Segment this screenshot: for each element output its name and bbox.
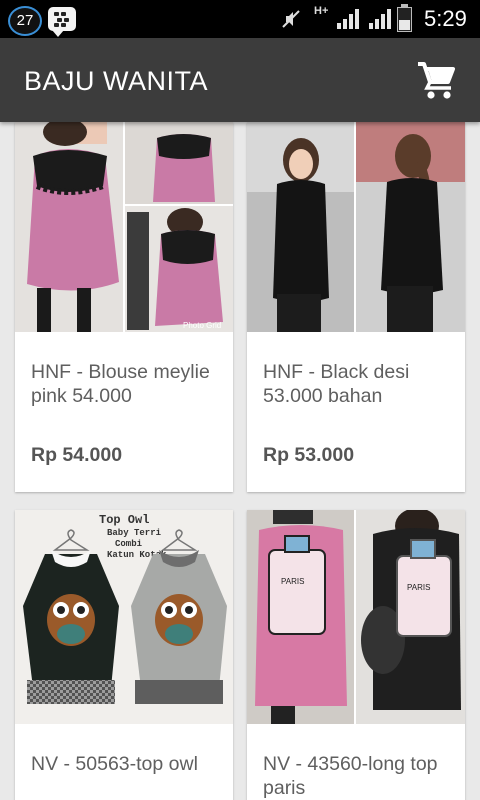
status-bar: 27 H+ 5:29 (0, 0, 480, 38)
product-image: Photo Grid (15, 122, 233, 332)
image-print-text: PARIS (407, 583, 430, 592)
product-price: Rp 53.000 (263, 444, 355, 466)
product-grid: Photo Grid HNF - Blouse meylie pink 54.0… (0, 122, 480, 800)
network-type-label: H+ (314, 5, 329, 17)
image-watermark: Photo Grid (183, 321, 221, 330)
product-card[interactable]: PARIS PARIS NV - 43560-long top paris (247, 510, 465, 800)
product-card[interactable]: HNF - Black desi 53.000 bahan Rp 53.000 (247, 122, 465, 492)
product-image (247, 122, 465, 332)
product-image: Top Owl Baby Terri Combi Katun Kotak (15, 510, 233, 724)
image-caption-line: Top Owl (99, 513, 149, 527)
product-price: Rp 54.000 (31, 444, 123, 466)
product-card[interactable]: Top Owl Baby Terri Combi Katun Kotak NV … (15, 510, 233, 800)
clock: 5:29 (424, 6, 467, 31)
product-name: NV - 43560-long top paris (263, 753, 438, 799)
image-print-text: PARIS (281, 577, 304, 586)
battery-icon (397, 4, 412, 32)
signal-strength-icon-1 (337, 9, 363, 29)
product-name: HNF - Black desi 53.000 bahan (263, 361, 410, 407)
image-caption-line: Combi (115, 539, 143, 549)
product-name: NV - 50563-top owl (31, 753, 198, 775)
app-bar: BAJU WANITA (0, 38, 480, 122)
product-name: HNF - Blouse meylie pink 54.000 (31, 361, 210, 407)
notification-count-badge[interactable]: 27 (8, 6, 42, 36)
bbm-icon[interactable] (48, 7, 76, 37)
shopping-cart-icon[interactable] (414, 58, 458, 102)
app-title: BAJU WANITA (24, 66, 209, 96)
mute-icon (282, 10, 300, 28)
product-image: PARIS PARIS (247, 510, 465, 724)
signal-strength-icon-2 (369, 9, 395, 29)
product-card[interactable]: Photo Grid HNF - Blouse meylie pink 54.0… (15, 122, 233, 492)
image-caption-line: Baby Terri (107, 528, 162, 538)
